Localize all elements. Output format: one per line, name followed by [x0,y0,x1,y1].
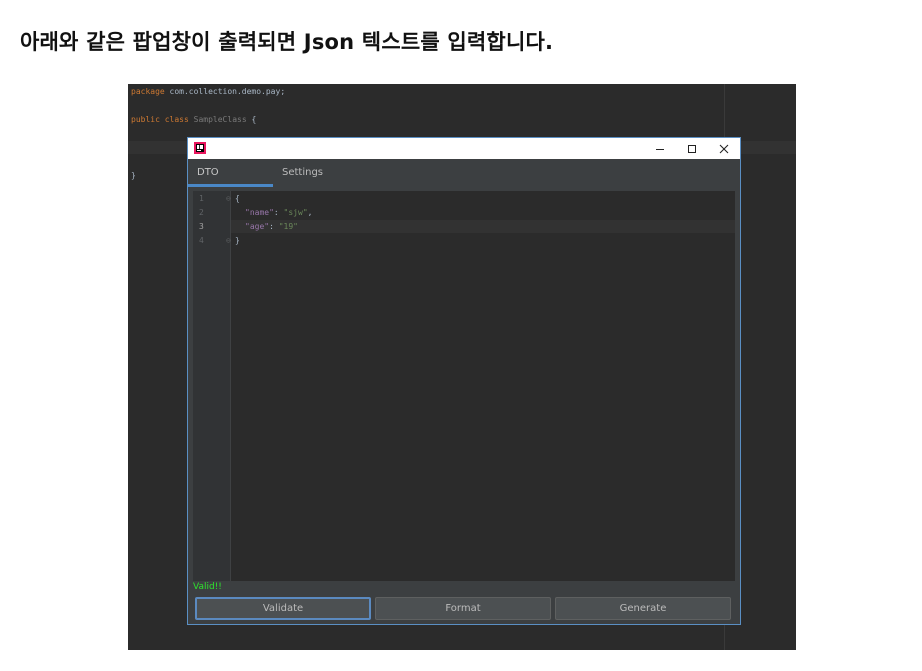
json-line-4: } [235,236,240,245]
json-key: "name" [245,208,274,217]
keyword: class [164,115,189,124]
fold-marker-icon[interactable]: ⊖ [226,236,231,245]
json-separator: : [273,208,284,217]
json-line-3: "age": "19" [245,222,298,231]
dto-generator-dialog: DTO Generator Settings 1 2 3 4 ⊖ ⊖ { "na… [187,137,741,625]
code-line-class: public class SampleClass { [131,115,256,124]
line-number: 4 [199,236,204,245]
minimize-icon[interactable] [644,138,676,159]
json-value: "19" [278,222,298,231]
close-icon[interactable] [708,138,740,159]
package-name: com.collection.demo.pay; [164,87,286,96]
format-button[interactable]: Format [375,597,551,620]
dialog-tab-bar: DTO Generator Settings [188,159,740,206]
line-number: 1 [199,194,204,203]
tab-settings[interactable]: Settings [273,159,332,187]
open-brace: { [246,115,257,124]
line-number-gutter: 1 2 3 4 [193,191,231,581]
class-name: SampleClass [193,115,247,124]
code-line-close-brace: } [131,171,136,180]
validation-status: Valid!! [193,582,222,592]
keyword: public [131,115,160,124]
fold-marker-icon[interactable]: ⊖ [226,194,231,203]
page-heading: 아래와 같은 팝업창이 출력되면 Json 텍스트를 입력합니다. [20,30,554,54]
json-line-1: { [235,194,240,203]
json-comma: , [307,208,313,217]
current-line-highlight [231,220,735,233]
line-number: 2 [199,208,204,217]
intellij-app-icon [194,142,206,154]
keyword: package [131,87,165,96]
json-key: "age" [245,222,270,231]
line-number: 3 [199,222,204,231]
dialog-titlebar[interactable] [188,138,740,159]
code-line-package: package com.collection.demo.pay; [131,87,285,96]
json-separator: : [269,222,279,231]
maximize-icon[interactable] [676,138,708,159]
json-line-2: "name": "sjw", [245,208,312,217]
tab-dto-generator[interactable]: DTO Generator [188,159,273,206]
generate-button[interactable]: Generate [555,597,731,620]
json-value: "sjw" [283,208,308,217]
validate-button[interactable]: Validate [195,597,371,620]
json-input-editor[interactable]: 1 2 3 4 ⊖ ⊖ { "name": "sjw", "age": "19"… [193,191,735,581]
